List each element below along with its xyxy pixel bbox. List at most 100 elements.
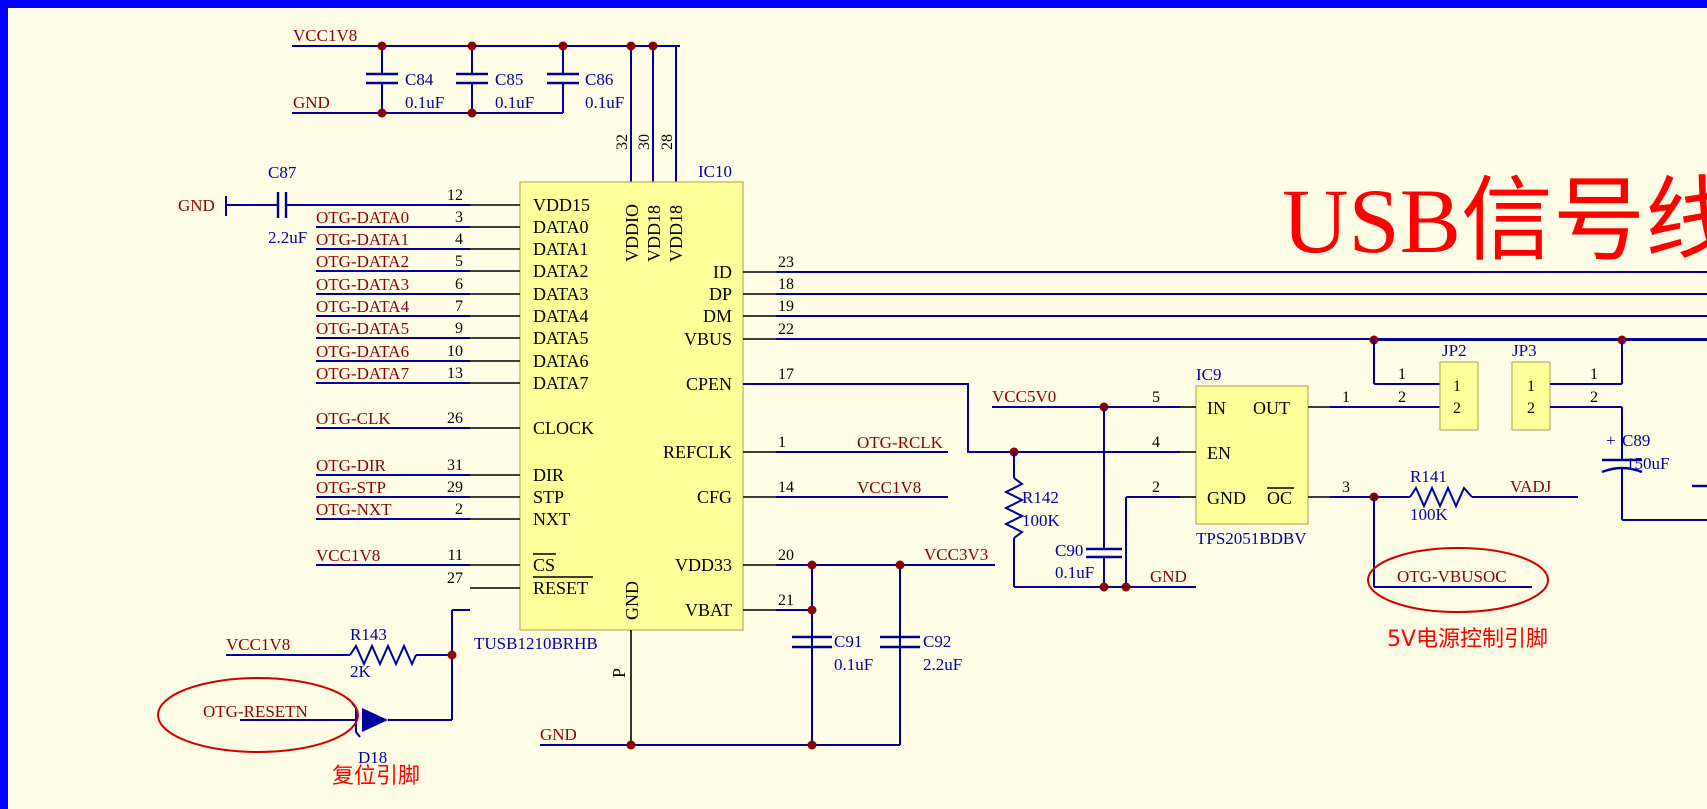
ic10-pin-name-dir: DIR [533, 465, 564, 485]
ic10-pin-name-vdd18-a: VDD18 [644, 205, 664, 262]
ic10-pin-name-data3: DATA3 [533, 284, 589, 304]
ic10-pin-num-1: 1 [778, 434, 786, 451]
net-label-otg-data5: OTG-DATA5 [316, 319, 409, 338]
ic10-pin-num-18: 18 [778, 276, 794, 293]
reset-network: VCC1V8 R143 2K D18 OTG-RESETN 复位引脚 [157, 609, 470, 789]
ic10-pin-num-14: 14 [778, 479, 794, 496]
ic10-pin-num-11: 11 [448, 547, 463, 564]
schematic-sheet: VCC1V8 GND C84 0.1uF C85 0.1uF C86 0.1uF… [8, 8, 1707, 809]
res-r141-ref: R141 [1410, 467, 1447, 486]
ic9-pin-num-5: 5 [1152, 389, 1160, 406]
ic10-pin-num-5: 5 [455, 253, 463, 270]
net-label-vcc1v8-top: VCC1V8 [293, 26, 357, 45]
res-r141-value: 100K [1410, 505, 1449, 524]
ic9-part: TPS2051BDBV [1196, 529, 1307, 548]
cap-c84-ref: C84 [405, 70, 434, 89]
ic10-pin-num-21: 21 [778, 592, 794, 609]
ic10-pin-num-32: 32 [614, 134, 631, 150]
jp3-body [1511, 361, 1551, 431]
cap-c89-value: 150uF [1626, 454, 1669, 473]
ic10-pin-num-27: 27 [447, 570, 463, 587]
cap-c89-ref: C89 [1622, 431, 1650, 450]
net-label-gnd-ic9: GND [1150, 567, 1187, 586]
page-title: USB信号线 [1282, 170, 1707, 272]
cap-c86-value: 0.1uF [585, 93, 624, 112]
res-r143-ref: R143 [350, 625, 387, 644]
res-r143-value: 2K [350, 662, 372, 681]
net-label-otg-data6: OTG-DATA6 [316, 342, 409, 361]
ic10-ref: IC10 [698, 162, 732, 181]
jp3-ext2: 2 [1590, 389, 1598, 406]
net-label-otg-data0: OTG-DATA0 [316, 208, 409, 227]
cap-c87-value: 2.2uF [268, 228, 307, 247]
ic10-pin-num-12: 12 [447, 187, 463, 204]
res-r142-value: 100K [1022, 511, 1061, 530]
net-label-vcc3v3: VCC3V3 [924, 545, 988, 564]
ic9-chip: IC9 TPS2051BDBV 5 4 2 1 3 IN EN GND OUT … [1152, 365, 1350, 548]
ic10-pin-num-22: 22 [778, 321, 794, 338]
net-label-vcc1v8-cfg: VCC1V8 [857, 478, 921, 497]
schematic-canvas: VCC1V8 GND C84 0.1uF C85 0.1uF C86 0.1uF… [157, 26, 1707, 789]
net-label-gnd-c87: GND [178, 196, 215, 215]
ic9-pin-name-gnd: GND [1207, 488, 1246, 508]
ic10-pin-name-vdd18-b: VDD18 [666, 205, 686, 262]
ic9-pin-name-out: OUT [1253, 398, 1290, 418]
ic10-pin-num-3: 3 [455, 209, 463, 226]
ic10-pin-name-cpen: CPEN [686, 374, 732, 394]
net-label-otg-data4: OTG-DATA4 [316, 297, 410, 316]
ic10-pin-num-28: 28 [659, 134, 676, 150]
ic10-pin-name-refclk: REFCLK [663, 442, 732, 462]
net-label-vcc5v0: VCC5V0 [992, 387, 1056, 406]
ic10-pin-num-31: 31 [447, 457, 463, 474]
annotation-reset: 复位引脚 [332, 764, 420, 789]
ic9-pin-num-3: 3 [1342, 479, 1350, 496]
net-label-otg-data1: OTG-DATA1 [316, 230, 409, 249]
jp3-ref: JP3 [1512, 341, 1537, 360]
ic9-pin-num-1: 1 [1342, 389, 1350, 406]
jp2-pin1: 1 [1453, 378, 1461, 395]
net-label-otg-clk: OTG-CLK [316, 409, 391, 428]
ic9-output-network: R141 100K VADJ OTG-VBUSOC 5V电源控制引脚 [1330, 406, 1578, 652]
ic9-pin-num-2: 2 [1152, 479, 1160, 496]
ic10-pin-name-cfg: CFG [697, 487, 732, 507]
schematic-frame: VCC1V8 GND C84 0.1uF C85 0.1uF C86 0.1uF… [0, 0, 1707, 809]
ic10-pin-name-id: ID [713, 262, 732, 282]
net-label-vcc1v8: VCC1V8 [316, 546, 380, 565]
top-decoupling-group: VCC1V8 GND C84 0.1uF C85 0.1uF C86 0.1uF [292, 26, 680, 182]
cap-c92-ref: C92 [923, 632, 951, 651]
annotation-power-control: 5V电源控制引脚 [1387, 627, 1548, 652]
net-label-otg-data3: OTG-DATA3 [316, 275, 409, 294]
ic10-pin-num-7: 7 [455, 298, 463, 315]
ic9-pin-name-en: EN [1207, 443, 1231, 463]
ic10-pin-name-vddio: VDDIO [622, 204, 642, 262]
ic10-pin-num-30: 30 [636, 134, 653, 150]
ic10-pin-name-data6: DATA6 [533, 351, 589, 371]
cap-c89-plus: + [1606, 431, 1616, 450]
net-label-otg-stp: OTG-STP [316, 478, 386, 497]
ic9-ref: IC9 [1196, 365, 1222, 384]
ic10-pin-name-stp: STP [533, 487, 564, 507]
ic10-pin-num-4: 4 [455, 231, 463, 248]
ic10-pin-name-data0: DATA0 [533, 217, 589, 237]
ic10-pin-num-26: 26 [447, 410, 463, 427]
cap-c87-ref: C87 [268, 163, 297, 182]
ic10-pin-num-13: 13 [447, 365, 463, 382]
ic10-pin-name-vdd33: VDD33 [675, 555, 732, 575]
jp2-ext2: 2 [1398, 389, 1406, 406]
ic10-pin-num-17: 17 [778, 366, 794, 383]
ic9-pin-name-oc: OC [1267, 488, 1292, 508]
net-label-otg-vbusoc: OTG-VBUSOC [1397, 567, 1507, 586]
res-r142-ref: R142 [1022, 488, 1059, 507]
ic10-pin-num-2: 2 [455, 501, 463, 518]
cap-c85-value: 0.1uF [495, 93, 534, 112]
cap-c86-ref: C86 [585, 70, 613, 89]
cap-c90-value: 0.1uF [1055, 563, 1094, 582]
ic10-pin-name-vdd15: VDD15 [533, 195, 590, 215]
ic10-pin-name-nxt: NXT [533, 509, 570, 529]
net-label-vadj: VADJ [1510, 477, 1552, 496]
ic10-pin-name-vbat: VBAT [685, 600, 732, 620]
cap-c84-value: 0.1uF [405, 93, 444, 112]
cap-c90-ref: C90 [1055, 541, 1083, 560]
diode-d18-symbol [362, 708, 388, 732]
ic10-pin-num-20: 20 [778, 547, 794, 564]
